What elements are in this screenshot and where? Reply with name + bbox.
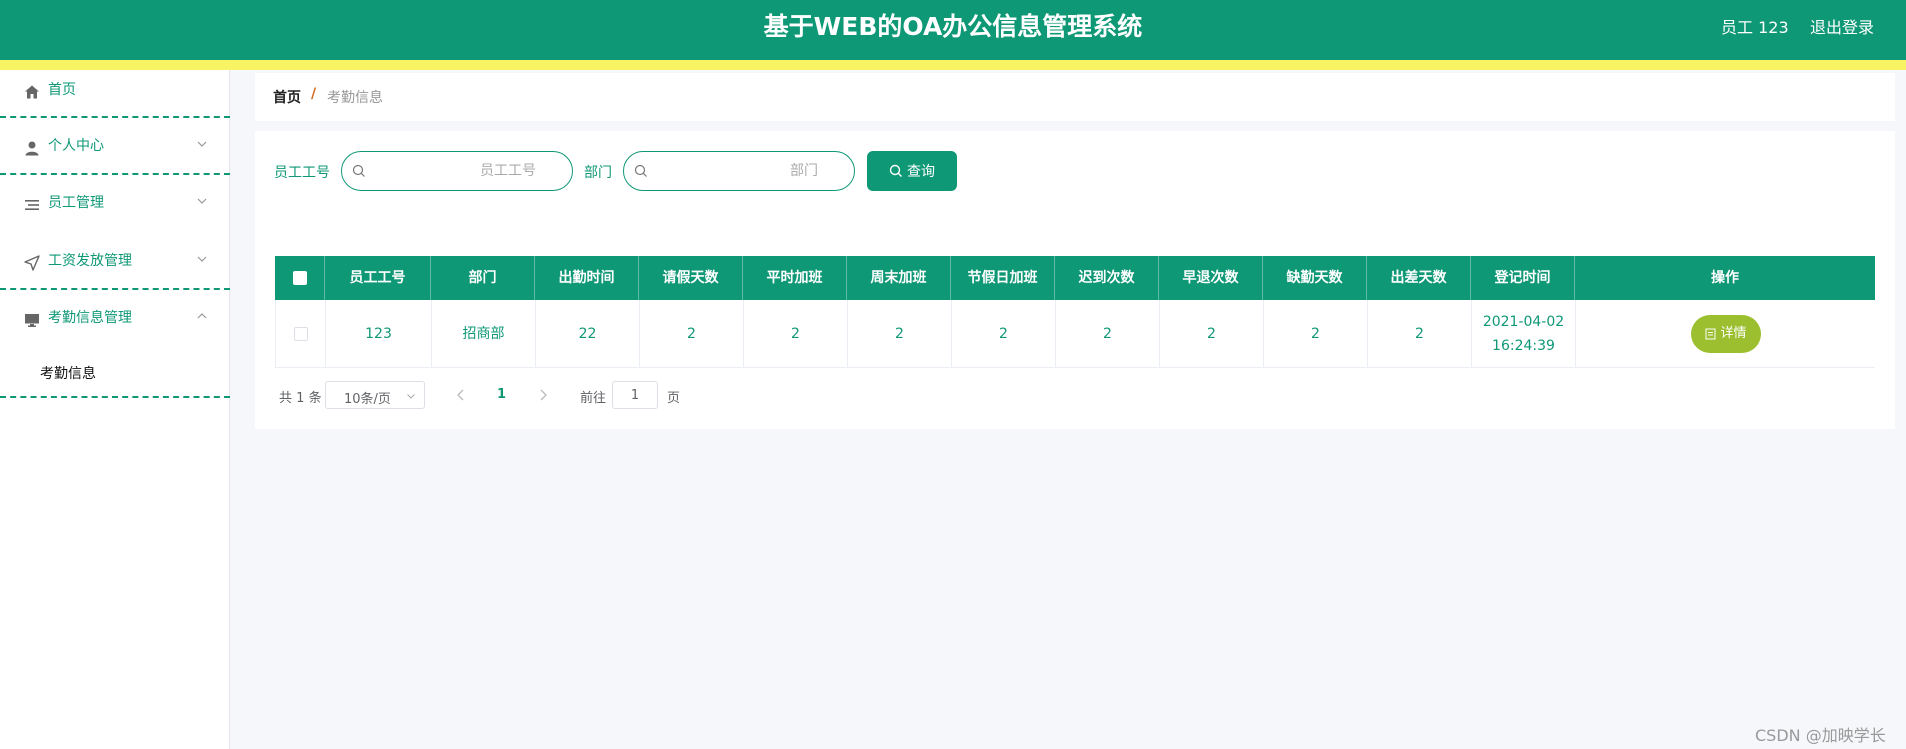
- search-icon: [634, 164, 647, 177]
- page-size-select[interactable]: 10条/页: [325, 381, 425, 409]
- column-header[interactable]: 登记时间: [1471, 256, 1575, 300]
- table-cell: 123: [326, 300, 432, 368]
- column-header[interactable]: 平时加班: [743, 256, 847, 300]
- sidebar-item-label: 员工管理: [48, 195, 104, 211]
- registered-date: 2021-04-02: [1482, 314, 1565, 330]
- column-header[interactable]: 缺勤天数: [1263, 256, 1367, 300]
- next-page-icon[interactable]: [537, 388, 549, 402]
- search-icon: [352, 164, 365, 177]
- top-bar: 基于WEB的OA办公信息管理系统 员工 123 退出登录: [0, 0, 1906, 60]
- chevron-down-icon: [197, 256, 207, 262]
- list-icon: [25, 200, 39, 210]
- menu-divider: [0, 173, 230, 175]
- chevron-down-icon: [407, 394, 415, 399]
- user-icon: [25, 141, 39, 156]
- table-header: 员工工号 部门 出勤时间 请假天数 平时加班 周末加班 节假日加班 迟到次数 早…: [275, 256, 1875, 300]
- prev-page-icon[interactable]: [455, 388, 467, 402]
- column-header[interactable]: 节假日加班: [951, 256, 1055, 300]
- table-cell: 2: [640, 300, 744, 368]
- column-header[interactable]: 出勤时间: [535, 256, 639, 300]
- detail-button-label: 详情: [1720, 326, 1747, 341]
- column-header[interactable]: 早退次数: [1159, 256, 1263, 300]
- dept-input[interactable]: [658, 160, 818, 182]
- submenu-item-attendance-info[interactable]: 考勤信息: [40, 363, 96, 383]
- header-accent-stripe: [0, 60, 1906, 70]
- send-icon: [24, 255, 40, 271]
- goto-page-input[interactable]: [612, 381, 658, 409]
- column-header: 操作: [1711, 270, 1739, 286]
- column-header[interactable]: 请假天数: [639, 256, 743, 300]
- table-cell: 2: [848, 300, 952, 368]
- chevron-up-icon: [197, 313, 207, 319]
- registered-clock: 16:24:39: [1492, 338, 1555, 354]
- sidebar-item-label: 个人中心: [48, 138, 104, 154]
- sidebar-item-label: 考勤信息管理: [48, 310, 132, 326]
- sidebar: 首页 个人中心 员工管理 工资发放管理 考勤信息管理 考勤信息: [0, 70, 230, 749]
- main-panel: 员工工号 部门 查询 员工工号 部门 出勤时间 请假天数 平时加班 周末加班 节…: [255, 131, 1895, 429]
- column-header[interactable]: 迟到次数: [1055, 256, 1159, 300]
- menu-divider: [0, 288, 230, 290]
- dept-label: 部门: [584, 165, 612, 181]
- chevron-down-icon: [197, 198, 207, 204]
- table-cell: 2: [952, 300, 1056, 368]
- sidebar-item-label: 首页: [48, 82, 76, 98]
- app-title: 基于WEB的OA办公信息管理系统: [763, 12, 1143, 41]
- goto-label: 前往: [580, 391, 607, 406]
- sidebar-item-attendance-management[interactable]: 考勤信息管理: [0, 298, 230, 354]
- table-cell: 2: [1264, 300, 1368, 368]
- page-size-value: 10条/页: [344, 392, 391, 407]
- table-cell: 2: [1056, 300, 1160, 368]
- column-header[interactable]: 部门: [431, 256, 535, 300]
- watermark: CSDN @加映学长: [1755, 726, 1886, 745]
- logout-link[interactable]: 退出登录: [1810, 14, 1874, 38]
- chevron-down-icon: [197, 141, 207, 147]
- breadcrumb-current: 考勤信息: [327, 90, 383, 106]
- registered-time-cell: 2021-04-02 16:24:39: [1472, 300, 1576, 368]
- pagination-total: 共 1 条: [279, 391, 322, 406]
- table-cell: 2: [1368, 300, 1472, 368]
- employee-id-search[interactable]: [341, 151, 573, 191]
- monitor-icon: [25, 314, 39, 327]
- dept-search[interactable]: [623, 151, 855, 191]
- home-icon: [25, 85, 39, 99]
- detail-button[interactable]: 详情: [1691, 315, 1761, 353]
- breadcrumb: 首页 / 考勤信息: [255, 73, 1895, 121]
- query-button[interactable]: 查询: [867, 151, 957, 191]
- menu-divider: [0, 396, 230, 398]
- table-cell: 22: [536, 300, 640, 368]
- search-icon: [889, 164, 902, 177]
- employee-id-input[interactable]: [376, 160, 536, 182]
- current-user-label: 员工 123: [1721, 18, 1789, 37]
- table-cell: 招商部: [432, 300, 536, 368]
- document-icon: [1705, 328, 1716, 340]
- select-all-cell: [275, 256, 325, 300]
- page-suffix: 页: [667, 391, 681, 406]
- employee-id-label: 员工工号: [274, 165, 330, 181]
- sidebar-item-label: 工资发放管理: [48, 253, 132, 269]
- select-all-checkbox[interactable]: [292, 271, 307, 285]
- breadcrumb-home[interactable]: 首页: [273, 87, 301, 107]
- page-number[interactable]: 1: [497, 387, 506, 402]
- query-button-label: 查询: [907, 164, 935, 180]
- breadcrumb-separator: /: [311, 86, 317, 102]
- row-checkbox[interactable]: [293, 327, 308, 341]
- sidebar-item-employee-management[interactable]: 员工管理: [0, 183, 230, 239]
- row-select-cell: [276, 300, 326, 368]
- table-cell: 2: [744, 300, 848, 368]
- action-cell: 详情: [1576, 300, 1876, 368]
- column-header[interactable]: 员工工号: [325, 256, 431, 300]
- table-cell: 2: [1160, 300, 1264, 368]
- column-header[interactable]: 出差天数: [1367, 256, 1471, 300]
- column-header[interactable]: 周末加班: [847, 256, 951, 300]
- menu-divider: [0, 116, 230, 118]
- table-row: 123 招商部 22 2 2 2 2 2 2 2 2 2021-04-02 16…: [275, 300, 1875, 368]
